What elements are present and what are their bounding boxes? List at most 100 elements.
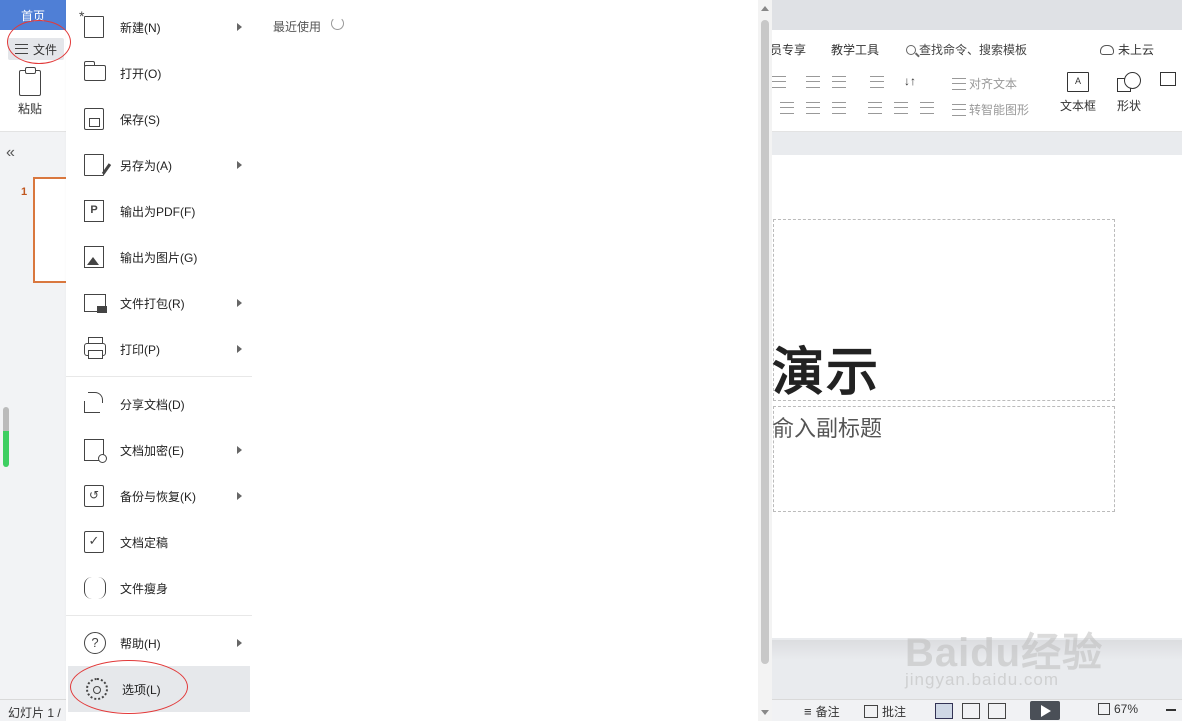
menu-divider <box>66 376 252 377</box>
menu-item-save[interactable]: 保存(S) <box>66 96 252 142</box>
printer-icon <box>84 337 106 359</box>
scroll-up-icon[interactable] <box>761 6 769 11</box>
encrypt-icon <box>84 439 107 463</box>
chevron-right-icon <box>237 446 242 454</box>
menu-item-label: 文件瘦身 <box>120 582 169 596</box>
comment-button[interactable]: 批注 <box>864 703 906 720</box>
indent-icon <box>832 76 846 88</box>
chevron-right-icon <box>237 345 242 353</box>
align-text-label: 对齐文本 <box>969 77 1018 91</box>
menu-item-finalize[interactable]: ✓ 文档定稿 <box>66 519 252 565</box>
picture-icon <box>1160 72 1176 86</box>
menu-item-print[interactable]: 打印(P) <box>66 326 252 372</box>
menu-item-help[interactable]: ? 帮助(H) <box>66 620 252 666</box>
cloud-status-label: 未上云 <box>1118 43 1155 57</box>
menu-item-export-image[interactable]: 输出为图片(G) <box>66 234 252 280</box>
para-spacing-icon <box>894 102 908 114</box>
menu-item-label: 打印(P) <box>120 343 160 357</box>
indent-button[interactable] <box>832 76 846 88</box>
menu-item-new[interactable]: 新建(N) <box>66 4 252 50</box>
outdent-button[interactable] <box>806 76 820 88</box>
paste-label: 粘贴 <box>17 102 42 116</box>
line-spacing-menu-button[interactable] <box>920 102 934 114</box>
justify-button[interactable] <box>832 102 846 114</box>
zoom-out-button[interactable] <box>1166 709 1176 711</box>
file-menu-button[interactable]: 文件 <box>8 38 64 60</box>
shape-button[interactable]: 形状 <box>1117 72 1141 114</box>
menu-item-save-as[interactable]: 另存为(A) <box>66 142 252 188</box>
package-icon <box>84 294 107 313</box>
align-right-button[interactable] <box>806 102 820 114</box>
menu-item-options[interactable]: 选项(L) <box>68 666 250 712</box>
help-icon: ? <box>84 632 106 654</box>
scroll-thumb[interactable] <box>761 20 769 664</box>
save-as-icon <box>84 154 104 176</box>
command-search-placeholder: 查找命令、搜索模板 <box>919 43 1028 57</box>
justify-icon <box>832 102 846 114</box>
char-spacing-button[interactable] <box>870 76 884 88</box>
zoom-control[interactable]: 67% <box>1098 702 1138 716</box>
menu-item-label: 另存为(A) <box>120 159 172 173</box>
cloud-icon <box>1100 44 1114 55</box>
slide-info: 幻灯片 1 / <box>8 706 61 720</box>
recent-scrollbar[interactable] <box>758 0 772 721</box>
normal-view-button[interactable] <box>935 703 953 719</box>
new-doc-icon <box>79 8 104 38</box>
menu-item-label: 备份与恢复(K) <box>120 490 196 504</box>
menu-item-label: 输出为图片(G) <box>120 251 198 265</box>
menu-item-export-pdf[interactable]: P 输出为PDF(F) <box>66 188 252 234</box>
textbox-icon: A <box>1067 72 1089 92</box>
line-spacing-button[interactable] <box>868 102 882 114</box>
picture-button[interactable] <box>1160 72 1176 91</box>
menu-item-share[interactable]: 分享文档(D) <box>66 381 252 427</box>
gear-icon <box>86 678 108 700</box>
align-center-button[interactable] <box>780 102 794 114</box>
menu-item-label: 输出为PDF(F) <box>120 205 196 219</box>
cloud-status[interactable]: 未上云 <box>1100 41 1154 58</box>
menu-item-backup[interactable]: ↺ 备份与恢复(K) <box>66 473 252 519</box>
menu-icon <box>15 44 28 54</box>
notes-button[interactable]: ≡ 备注 <box>804 703 840 720</box>
tab-home[interactable]: 首页 <box>0 0 66 30</box>
notes-label: 备注 <box>815 705 840 719</box>
pdf-icon: P <box>84 200 104 222</box>
menu-item-label: 分享文档(D) <box>120 398 185 412</box>
menu-item-label: 保存(S) <box>120 113 160 127</box>
slide-number: 1 <box>21 186 28 198</box>
shapes-icon <box>1117 72 1141 92</box>
align-text-button[interactable]: 对齐文本 <box>952 75 1017 92</box>
scroll-down-icon[interactable] <box>761 710 769 715</box>
shape-label: 形状 <box>1117 99 1142 113</box>
refresh-icon[interactable] <box>331 17 344 30</box>
image-icon <box>84 246 104 268</box>
menu-item-encrypt[interactable]: 文档加密(E) <box>66 427 252 473</box>
menu-item-label: 文件打包(R) <box>120 297 185 311</box>
sorter-view-button[interactable] <box>962 703 980 719</box>
menu-item-package[interactable]: 文件打包(R) <box>66 280 252 326</box>
text-direction-button[interactable]: ↓↑ <box>904 74 916 88</box>
play-slideshow-button[interactable] <box>1030 701 1060 720</box>
textbox-button[interactable]: A 文本框 <box>1060 72 1096 114</box>
list-style-button[interactable] <box>772 76 786 88</box>
menu-item-open[interactable]: 打开(O) <box>66 50 252 96</box>
paste-button[interactable]: 粘贴 <box>10 67 50 117</box>
fit-window-icon[interactable] <box>1098 703 1110 715</box>
slide-thumbnail[interactable] <box>33 177 66 283</box>
char-spacing-icon <box>870 76 884 88</box>
menu-item-slim[interactable]: 文件瘦身 <box>66 565 252 611</box>
para-spacing-button[interactable] <box>894 102 908 114</box>
tab-member[interactable]: 员专享 <box>770 41 806 58</box>
file-menu-label: 文件 <box>33 42 58 57</box>
collapse-pane-icon[interactable]: « <box>6 144 15 162</box>
slides-pane: « 1 <box>0 132 66 699</box>
folder-icon <box>83 61 106 81</box>
scroll-indicator[interactable] <box>3 407 9 467</box>
tab-teaching-tools[interactable]: 教学工具 <box>831 41 879 58</box>
smart-shape-button[interactable]: 转智能图形 <box>952 101 1029 118</box>
reading-view-button[interactable] <box>988 703 1006 719</box>
align-text-icon <box>952 77 966 90</box>
command-search[interactable]: 查找命令、搜索模板 <box>906 41 1027 58</box>
notes-icon: ≡ <box>804 704 812 719</box>
chevron-right-icon <box>237 299 242 307</box>
share-icon <box>84 392 103 413</box>
